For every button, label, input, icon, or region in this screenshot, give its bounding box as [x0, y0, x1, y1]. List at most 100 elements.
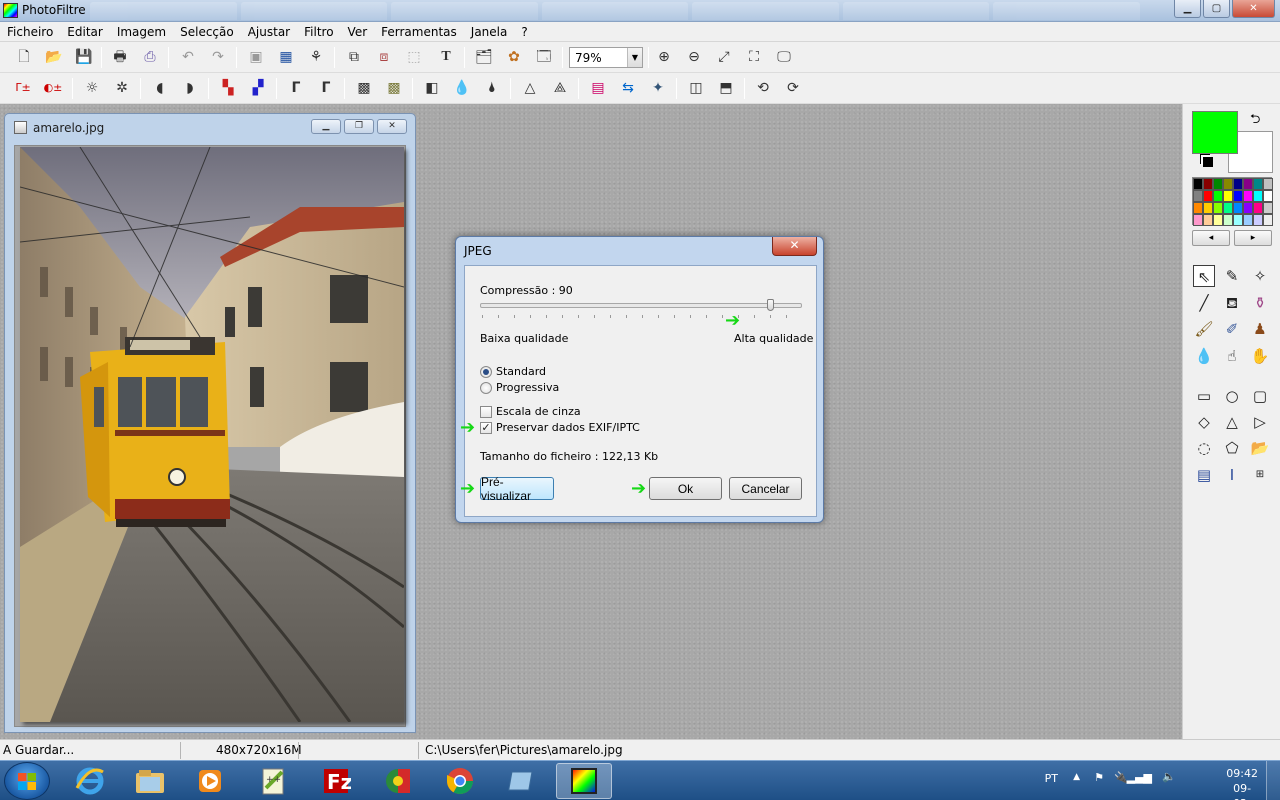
palette-swatch[interactable] — [1213, 214, 1223, 226]
menu-help[interactable]: ? — [514, 25, 534, 39]
hand-tool-icon[interactable]: ✋ — [1249, 345, 1271, 367]
palette-swatch[interactable] — [1233, 190, 1243, 202]
dialog-close-button[interactable]: ✕ — [772, 237, 817, 256]
menu-editar[interactable]: Editar — [60, 25, 110, 39]
sepia-grid-icon[interactable]: ▩ — [384, 78, 404, 98]
brightness-plus-icon[interactable]: ✲ — [112, 78, 132, 98]
stamp-tool-icon[interactable]: ♟ — [1249, 318, 1271, 340]
sharpen-more-icon[interactable]: ⟁ — [550, 78, 570, 98]
scan-icon[interactable]: ⎙ — [140, 47, 160, 67]
zoom-in-icon[interactable]: ⊕ — [654, 47, 674, 67]
image-size-icon[interactable]: ⧉ — [344, 47, 364, 67]
palette-swatch[interactable] — [1223, 202, 1233, 214]
palette-swatch[interactable] — [1253, 178, 1263, 190]
blur-icon[interactable]: 🌢 — [482, 78, 502, 98]
palette-swatch[interactable] — [1193, 214, 1203, 226]
effect-icon[interactable]: ✦ — [648, 78, 668, 98]
advanced-brush-tool-icon[interactable]: ✐ — [1221, 318, 1243, 340]
swap-colors-icon[interactable]: ⮌ — [1250, 110, 1260, 132]
text-tool-icon[interactable]: T — [436, 47, 456, 67]
reset-colors-icon[interactable] — [1203, 157, 1213, 167]
palette-swatch[interactable] — [1243, 202, 1253, 214]
gamma-plus-icon[interactable]: Γ — [316, 78, 336, 98]
contrast-minus-icon[interactable]: ◖ — [150, 78, 170, 98]
zoom-out-icon[interactable]: ⊖ — [684, 47, 704, 67]
color-palette[interactable] — [1192, 177, 1273, 226]
standard-radio[interactable] — [480, 366, 492, 378]
action-center-flag-icon[interactable]: ⚑ — [1094, 771, 1104, 784]
pointer-tool-icon[interactable]: ⇖ — [1193, 265, 1215, 287]
grayscale-checkbox[interactable] — [480, 406, 492, 418]
palette-swatch[interactable] — [1223, 178, 1233, 190]
palette-swatch[interactable] — [1253, 190, 1263, 202]
rectangle-selection-icon[interactable]: ▭ — [1193, 385, 1215, 407]
taskbar-explorer-icon[interactable] — [122, 763, 178, 799]
actual-size-icon[interactable]: ⤢ — [714, 47, 734, 67]
palette-swatch[interactable] — [1193, 190, 1203, 202]
palette-swatch[interactable] — [1213, 178, 1223, 190]
preserve-exif-checkbox[interactable]: ✓ — [480, 422, 492, 434]
smudge-tool-icon[interactable]: ☝ — [1221, 345, 1243, 367]
compression-slider[interactable] — [480, 303, 802, 308]
saturation-minus-icon[interactable]: ▚ — [218, 78, 238, 98]
menu-imagem[interactable]: Imagem — [110, 25, 173, 39]
palette-swatch[interactable] — [1243, 190, 1253, 202]
rotate-left-icon[interactable]: ⟲ — [753, 78, 773, 98]
doc-restore-button[interactable]: ❐ — [344, 119, 374, 134]
saturation-plus-icon[interactable]: ▞ — [248, 78, 268, 98]
palette-swatch[interactable] — [1233, 214, 1243, 226]
palette-swatch[interactable] — [1263, 202, 1273, 214]
tray-expand-icon[interactable]: ▲ — [1073, 772, 1080, 782]
color-grid-icon[interactable]: ▦ — [276, 47, 296, 67]
invert-icon[interactable]: ◧ — [422, 78, 442, 98]
palette-prev-button[interactable]: ◂ — [1192, 230, 1230, 246]
compression-slider-thumb[interactable] — [766, 299, 774, 311]
open-folder-icon[interactable]: 📂 — [44, 47, 64, 67]
auto-levels-icon[interactable]: Γ± — [13, 78, 33, 98]
language-indicator[interactable]: PT — [1045, 772, 1058, 785]
mirror-icon[interactable]: ◫ — [686, 78, 706, 98]
close-button[interactable]: ✕ — [1232, 0, 1275, 18]
palette-swatch[interactable] — [1263, 190, 1273, 202]
soften-icon[interactable]: 💧 — [452, 78, 472, 98]
crop-icon[interactable]: ⬚ — [404, 47, 424, 67]
cancel-button[interactable]: Cancelar — [729, 477, 802, 500]
selection-mode-2-icon[interactable]: Ⅰ — [1221, 464, 1243, 486]
window-icon[interactable]: 🗔 — [534, 47, 554, 67]
palette-swatch[interactable] — [1263, 214, 1273, 226]
image-canvas[interactable] — [14, 145, 406, 727]
menu-seleccao[interactable]: Selecção — [173, 25, 241, 39]
transparency-icon[interactable]: ⚘ — [306, 47, 326, 67]
palette-swatch[interactable] — [1253, 202, 1263, 214]
palette-swatch[interactable] — [1223, 190, 1233, 202]
brightness-minus-icon[interactable]: ☼ — [82, 78, 102, 98]
palette-swatch[interactable] — [1223, 214, 1233, 226]
menu-janela[interactable]: Janela — [464, 25, 515, 39]
new-file-icon[interactable]: 🗋 — [14, 47, 34, 67]
chevron-down-icon[interactable]: ▼ — [627, 48, 642, 67]
canvas-size-icon[interactable]: ⧈ — [374, 47, 394, 67]
clock[interactable]: 09:42 09-02-2012 — [1226, 766, 1258, 800]
taskbar-media-player-icon[interactable] — [182, 763, 238, 799]
eyedropper-tool-icon[interactable]: ✎ — [1221, 265, 1243, 287]
palette-swatch[interactable] — [1233, 178, 1243, 190]
taskbar-window-app-icon[interactable] — [494, 763, 550, 799]
palette-swatch[interactable] — [1193, 202, 1203, 214]
taskbar-flag-app-icon[interactable] — [370, 763, 426, 799]
foreground-color-swatch[interactable] — [1192, 111, 1238, 154]
save-icon[interactable]: 💾 — [74, 47, 94, 67]
gradient-icon[interactable]: ▤ — [588, 78, 608, 98]
taskbar-filezilla-icon[interactable]: Fz — [308, 763, 364, 799]
lasso-selection-icon[interactable]: ◌ — [1193, 437, 1215, 459]
line-tool-icon[interactable]: ╱ — [1193, 292, 1215, 314]
taskbar-internet-explorer-icon[interactable] — [62, 763, 118, 799]
palette-next-button[interactable]: ▸ — [1234, 230, 1272, 246]
triangle-selection-icon[interactable]: △ — [1221, 411, 1243, 433]
right-triangle-selection-icon[interactable]: ▷ — [1249, 411, 1271, 433]
minimize-button[interactable]: ▁ — [1174, 0, 1201, 18]
preview-button[interactable]: Pré-visualizar — [480, 475, 554, 503]
diamond-selection-icon[interactable]: ◇ — [1193, 411, 1215, 433]
progressive-radio[interactable] — [480, 382, 492, 394]
selection-mode-1-icon[interactable]: ▤ — [1193, 464, 1215, 486]
print-icon[interactable]: 🖶 — [110, 47, 130, 67]
